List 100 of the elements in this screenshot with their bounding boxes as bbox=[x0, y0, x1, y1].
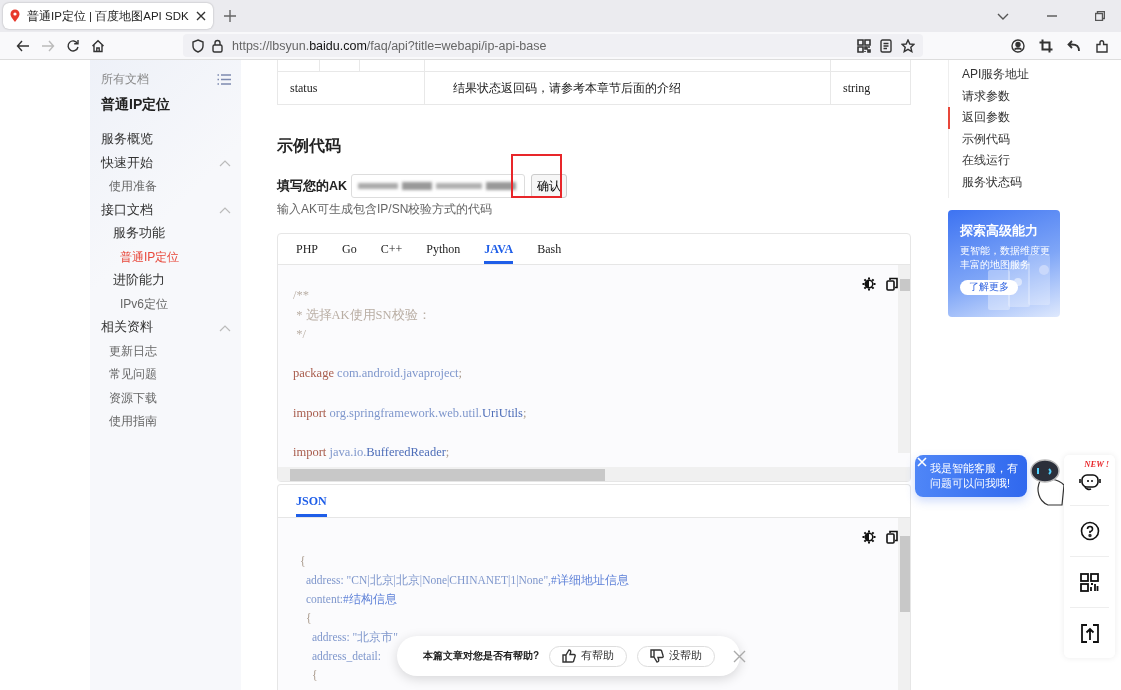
sidebar-item[interactable]: 快速开始 bbox=[101, 154, 153, 172]
toc-item[interactable]: 在线运行 bbox=[948, 150, 1060, 172]
code-text: UriUtils bbox=[482, 405, 523, 420]
sidebar-item[interactable]: 使用指南 bbox=[109, 413, 157, 431]
sidebar-title: 普通IP定位 bbox=[101, 96, 172, 114]
back-icon[interactable] bbox=[15, 38, 30, 53]
chevron-down-icon[interactable] bbox=[997, 11, 1009, 21]
banner-text: 更智能，数据维度更丰富的地图服务 bbox=[960, 243, 1051, 272]
reader-icon[interactable] bbox=[879, 38, 893, 53]
star-icon[interactable] bbox=[901, 38, 915, 53]
shield-icon[interactable] bbox=[191, 38, 205, 53]
copy-icon[interactable] bbox=[886, 530, 898, 544]
language-tab[interactable]: PHP bbox=[296, 234, 318, 264]
browser-tab[interactable]: 普通IP定位 | 百度地图API SDK bbox=[3, 3, 213, 29]
code-text: #结构信息 bbox=[343, 593, 397, 605]
language-tab[interactable]: Go bbox=[342, 234, 357, 264]
banner-title: 探索高级能力 bbox=[960, 221, 1039, 240]
code-text: ; bbox=[458, 366, 463, 381]
help-icon[interactable] bbox=[1079, 521, 1100, 541]
thumbs-up-icon[interactable] bbox=[562, 649, 577, 663]
code-text: address_detail: bbox=[312, 650, 381, 662]
sidebar-item[interactable]: IPv6定位 bbox=[120, 295, 168, 313]
sidebar-item[interactable]: 常见问题 bbox=[109, 366, 157, 384]
table-cell: status bbox=[277, 71, 425, 105]
sidebar-item[interactable]: 相关资料 bbox=[101, 319, 153, 337]
code-text: address: "CN|北京|北京|None|CHINANET|1|None", bbox=[306, 574, 551, 586]
toc-item[interactable]: 返回参数 bbox=[948, 107, 1060, 129]
not-helpful-button[interactable]: 没帮助 bbox=[637, 645, 716, 667]
code-text: import bbox=[293, 444, 328, 459]
new-label: NEW ! bbox=[1084, 459, 1109, 469]
qr-code-icon[interactable] bbox=[1080, 572, 1099, 592]
code-text: java.io. bbox=[329, 444, 367, 459]
list-icon[interactable] bbox=[217, 72, 231, 86]
crop-icon[interactable] bbox=[1039, 38, 1053, 53]
thumbs-down-icon[interactable] bbox=[650, 649, 665, 663]
extension-icon[interactable] bbox=[1095, 38, 1109, 53]
new-tab-icon[interactable] bbox=[222, 9, 237, 23]
qr-code-icon[interactable] bbox=[857, 38, 871, 53]
toc-item[interactable]: 服务状态码 bbox=[948, 171, 1060, 194]
code-text: org.springframework.web.util. bbox=[329, 405, 482, 420]
table-cell: string bbox=[830, 71, 911, 105]
undo-icon[interactable] bbox=[1067, 38, 1081, 53]
account-icon[interactable] bbox=[1011, 38, 1025, 53]
sidebar-item[interactable]: 资源下载 bbox=[109, 389, 157, 407]
sidebar-item[interactable]: 服务功能 bbox=[113, 225, 165, 243]
toc-item[interactable]: 请求参数 bbox=[948, 85, 1060, 108]
chat-bubble[interactable]: 我是智能客服，有问题可以问我哦! bbox=[915, 455, 1027, 497]
helpful-button[interactable]: 有帮助 bbox=[549, 645, 628, 667]
code-text: address: "北京市" bbox=[312, 631, 398, 643]
close-icon[interactable] bbox=[194, 10, 207, 22]
code-text: ; bbox=[522, 405, 527, 420]
sidebar-item[interactable]: 接口文档 bbox=[101, 201, 153, 219]
code-text: com.android.javaproject bbox=[337, 366, 459, 381]
code-text: { bbox=[306, 612, 312, 624]
lock-icon bbox=[211, 38, 224, 53]
tab-title: 普通IP定位 | 百度地图API SDK bbox=[27, 8, 189, 24]
toc-item[interactable]: API服务地址 bbox=[948, 64, 1060, 86]
code-text: content: bbox=[306, 593, 344, 605]
sidebar-heading: 所有文档 bbox=[101, 70, 149, 88]
ak-input-field[interactable] bbox=[351, 174, 526, 198]
scrollbar[interactable] bbox=[898, 265, 910, 453]
sidebar-item[interactable]: 进阶能力 bbox=[113, 272, 165, 290]
code-text: ; bbox=[445, 444, 450, 459]
code-text: BufferedReader bbox=[366, 444, 446, 459]
scrollbar[interactable] bbox=[898, 518, 910, 690]
copy-icon[interactable] bbox=[886, 277, 898, 291]
sidebar-item[interactable]: 使用准备 bbox=[109, 178, 157, 196]
sidebar-item[interactable]: 服务概览 bbox=[101, 131, 153, 149]
sidebar-item[interactable]: 普通IP定位 bbox=[120, 248, 180, 266]
sidebar-item[interactable]: 更新日志 bbox=[109, 342, 157, 360]
code-text: import bbox=[293, 405, 328, 420]
code-text: * 选择AK使用SN校验： bbox=[295, 307, 431, 322]
theme-icon[interactable] bbox=[862, 530, 876, 544]
reload-icon[interactable] bbox=[65, 38, 80, 53]
feedback-question: 本篇文章对您是否有帮助? bbox=[423, 649, 540, 663]
hint-text: 输入AK可生成包含IP/SN校验方式的代码 bbox=[277, 201, 494, 218]
promo-banner[interactable]: 探索高级能力 更智能，数据维度更丰富的地图服务 了解更多 bbox=[948, 209, 1060, 317]
home-icon[interactable] bbox=[90, 38, 105, 53]
code-text: */ bbox=[295, 327, 306, 342]
code-text: /** bbox=[293, 288, 309, 302]
restore-icon[interactable] bbox=[1095, 11, 1105, 21]
location-pin-icon bbox=[9, 9, 21, 23]
url-text: https://lbsyun.baidu.com/faq/api?title=webapi/ip-api-base bbox=[232, 38, 548, 53]
language-tab[interactable]: Bash bbox=[537, 234, 562, 264]
code-text: { bbox=[312, 669, 318, 681]
table-cell: 结果状态返回码，请参考本章节后面的介绍 bbox=[424, 71, 831, 105]
language-tab[interactable]: Python bbox=[426, 234, 461, 264]
chat-message: 我是智能客服，有问题可以问我哦! bbox=[930, 462, 1018, 489]
theme-icon[interactable] bbox=[862, 277, 876, 291]
back-to-top-icon[interactable] bbox=[1080, 622, 1099, 644]
code-text: { bbox=[300, 555, 306, 567]
scrollbar[interactable] bbox=[278, 467, 910, 481]
ak-label: 填写您的AK bbox=[277, 177, 348, 195]
code-text: package bbox=[293, 366, 335, 381]
learn-more-button[interactable]: 了解更多 bbox=[960, 279, 1018, 295]
address-bar[interactable]: https://lbsyun.baidu.com/faq/api?title=webapi/ip-api-base bbox=[183, 34, 923, 57]
section-heading: 示例代码 bbox=[277, 136, 342, 156]
code-text: #详细地址信息 bbox=[550, 574, 629, 586]
toc-item[interactable]: 示例代码 bbox=[948, 128, 1060, 151]
language-tab[interactable]: C++ bbox=[380, 234, 403, 264]
